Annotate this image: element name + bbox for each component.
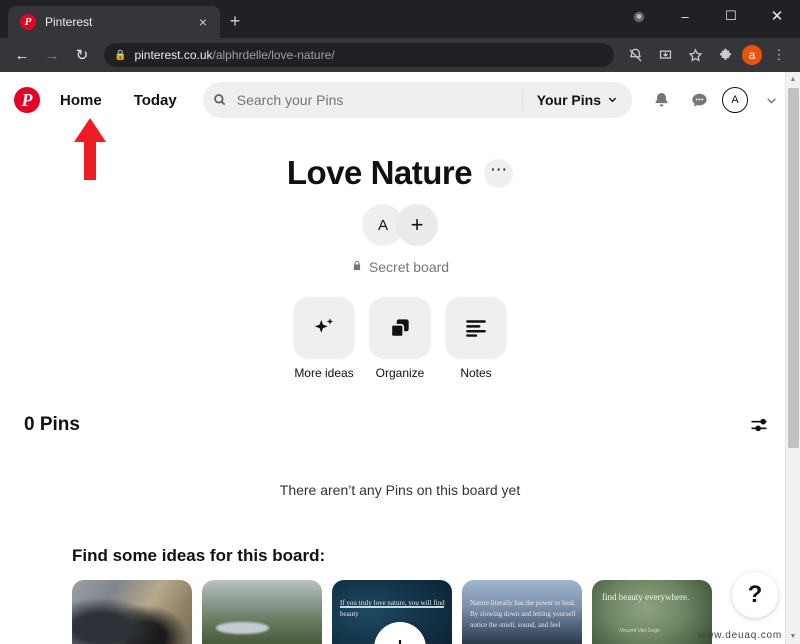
notifications-off-icon[interactable] (622, 42, 648, 68)
idea-card-healing-quote[interactable]: Nature literally has the power to heal. … (462, 580, 582, 644)
idea-card-attribution: -Vincent Van Gogh (618, 628, 660, 634)
url-path: /alphrdelle/love-nature/ (212, 48, 335, 62)
board-privacy-label: Secret board (368, 259, 450, 275)
close-tab-icon[interactable]: × (194, 15, 212, 29)
messages-chat-icon[interactable] (684, 85, 714, 115)
search-scope-selector[interactable]: Your Pins (521, 89, 632, 111)
watermark: www.deuaq.com (698, 630, 782, 641)
maximize-button[interactable]: ☐ (708, 0, 754, 32)
board-privacy: Secret board (0, 259, 800, 275)
profile-avatar-button[interactable]: a (742, 45, 762, 65)
sidebar-item-today[interactable]: Today (122, 84, 189, 117)
empty-state-message: There aren’t any Pins on this board yet (279, 482, 521, 498)
tab-title: Pinterest (45, 15, 93, 29)
board-collaborators: A + (0, 204, 800, 246)
browser-tab-pinterest[interactable]: P Pinterest × (8, 6, 220, 38)
annotation-arrow-icon (74, 118, 106, 180)
url-host: pinterest.co.uk (134, 48, 213, 62)
board-actions: More ideas Organize Notes (0, 297, 800, 380)
ideas-heading: Find some ideas for this board: (72, 546, 326, 565)
extensions-puzzle-icon[interactable] (712, 42, 738, 68)
search-scope-label: Your Pins (536, 92, 601, 108)
board-title-row: Love Nature ⋯ (0, 154, 800, 192)
organize-label: Organize (375, 366, 425, 380)
pinterest-favicon-icon: P (20, 14, 36, 30)
reload-button[interactable]: ↻ (68, 41, 96, 69)
more-ideas-button[interactable]: More ideas (293, 297, 355, 380)
lock-icon: 🔒 (114, 49, 127, 61)
chevron-down-icon (607, 92, 618, 108)
more-ideas-label: More ideas (294, 366, 354, 380)
idea-card-rock-texture[interactable] (72, 580, 192, 644)
help-button[interactable]: ? (732, 572, 778, 618)
scrollbar-thumb[interactable] (788, 88, 799, 448)
minimize-button[interactable]: – (662, 0, 708, 32)
idea-card-quote: find beauty everywhere. (602, 592, 690, 602)
scroll-up-arrow-icon[interactable]: ▲ (786, 72, 800, 87)
idea-card-quote: Nature literally has the power to heal. … (470, 599, 576, 629)
page-scrollbar[interactable]: ▲ ▼ (785, 72, 800, 644)
ideas-row: SIMPLE PLEASURES If you truly love natur… (0, 580, 800, 644)
window-controls: – ☐ ✕ (662, 0, 800, 32)
pins-section-header: 0 Pins (0, 408, 800, 442)
address-bar[interactable]: 🔒 pinterest.co.uk/alphrdelle/love-nature… (104, 43, 614, 67)
avatar[interactable]: A (722, 87, 748, 113)
scroll-down-arrow-icon[interactable]: ▼ (786, 629, 800, 644)
browser-window: P Pinterest × + – ☐ ✕ ← → ↻ 🔒 pinterest.… (0, 0, 800, 644)
lock-icon (351, 259, 363, 275)
new-tab-button[interactable]: + (220, 6, 250, 36)
notes-lines-icon (445, 297, 507, 359)
search-icon (203, 93, 237, 107)
search-input[interactable] (236, 92, 522, 108)
browser-toolbar: ← → ↻ 🔒 pinterest.co.uk/alphrdelle/love-… (0, 38, 800, 72)
sparkle-icon (293, 297, 355, 359)
toolbar-icons: a ⋮ (622, 42, 792, 68)
back-button[interactable]: ← (8, 41, 36, 69)
stacked-squares-icon (369, 297, 431, 359)
browser-profile-icon[interactable] (626, 6, 652, 28)
page-content: P Home Today Your Pins (0, 72, 800, 644)
bookmark-star-icon[interactable] (682, 42, 708, 68)
pinterest-logo-icon[interactable]: P (14, 87, 40, 113)
close-window-button[interactable]: ✕ (754, 0, 800, 32)
filter-sliders-icon[interactable] (742, 408, 776, 442)
sidebar-item-home[interactable]: Home (48, 84, 114, 117)
pins-count: 0 Pins (24, 414, 80, 435)
idea-card-quote: If you truly love nature, you will find … (340, 599, 445, 618)
board-options-button[interactable]: ⋯ (484, 158, 514, 188)
browser-menu-button[interactable]: ⋮ (766, 42, 792, 68)
add-collaborator-button[interactable]: + (396, 204, 438, 246)
notes-label: Notes (460, 366, 492, 380)
install-app-icon[interactable] (652, 42, 678, 68)
search-bar[interactable]: Your Pins (202, 82, 632, 118)
organize-button[interactable]: Organize (369, 297, 431, 380)
page-title: Love Nature (286, 154, 473, 191)
url-text: pinterest.co.uk/alphrdelle/love-nature/ (134, 48, 334, 62)
forward-button[interactable]: → (38, 41, 66, 69)
idea-card-van-gogh-quote[interactable]: find beauty everywhere. -Vincent Van Gog… (592, 580, 712, 644)
notifications-bell-icon[interactable] (646, 85, 676, 115)
pinterest-header: P Home Today Your Pins (0, 72, 800, 128)
notes-button[interactable]: Notes (445, 297, 507, 380)
account-chevron-down-icon[interactable] (756, 85, 786, 115)
idea-card-landscape-lake[interactable]: SIMPLE PLEASURES (202, 580, 322, 644)
